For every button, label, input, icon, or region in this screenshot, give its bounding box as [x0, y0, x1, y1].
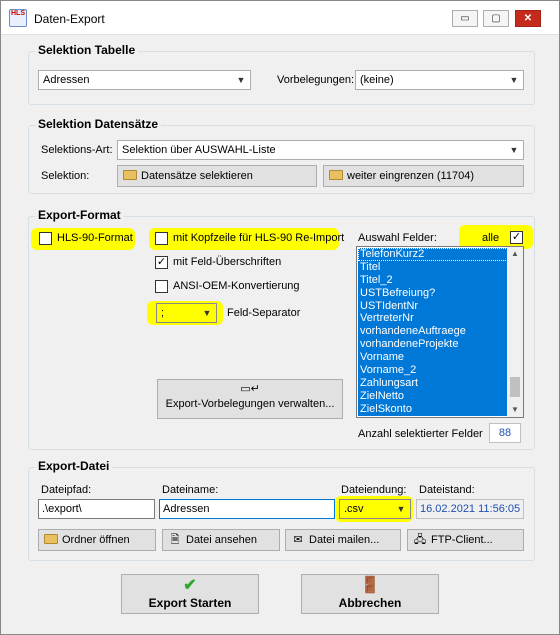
chevron-down-icon: ▼ [202, 308, 212, 318]
export-vorbelegungen-button[interactable]: ▭↵ Export-Vorbelegungen verwalten... [157, 379, 343, 419]
dateipfad-field[interactable]: .\export\ [38, 499, 155, 519]
scroll-down-icon[interactable]: ▼ [507, 403, 523, 417]
dateistand-label: Dateistand: [419, 484, 475, 496]
group-title-selektion-tabelle: Selektion Tabelle [35, 43, 139, 57]
field-list-scrollbar[interactable]: ▲ ▼ [507, 247, 523, 417]
vorbelegungen-select[interactable]: (keine) ▼ [355, 70, 524, 90]
alle-label: alle [482, 232, 500, 244]
table-select-value: Adressen [43, 74, 90, 86]
auswahl-felder-label: Auswahl Felder: [358, 232, 437, 244]
weiter-eingrenzen-button[interactable]: weiter eingrenzen (11704) [323, 165, 524, 187]
field-list-item[interactable]: Vorname [358, 351, 508, 364]
vorbelegungen-label: Vorbelegungen: [277, 74, 355, 86]
field-list-item[interactable]: VertreterNr [358, 312, 508, 325]
field-list-item[interactable]: USTIdentNr [358, 300, 508, 313]
weiter-eingrenzen-label: weiter eingrenzen (11704) [347, 170, 474, 182]
field-list-item[interactable]: Titel_2 [358, 274, 508, 287]
ordner-oeffnen-label: Ordner öffnen [62, 534, 130, 546]
abbrechen-button[interactable]: 🚪 Abbrechen [301, 574, 439, 614]
folder-icon [328, 166, 344, 186]
ftp-client-button[interactable]: 🖧 FTP-Client... [407, 529, 524, 551]
document-icon: 🗎 [170, 534, 180, 546]
ordner-oeffnen-button[interactable]: Ordner öffnen [38, 529, 156, 551]
datei-ansehen-button[interactable]: 🗎 Datei ansehen [162, 529, 280, 551]
chevron-down-icon: ▼ [509, 145, 519, 155]
ansi-oem-checkbox[interactable] [155, 280, 168, 293]
close-button[interactable]: ✕ [515, 10, 541, 27]
datensaetze-selektieren-button[interactable]: Datensätze selektieren [117, 165, 317, 187]
separator-value: ; [161, 307, 165, 319]
field-list-item[interactable]: Titel [358, 261, 508, 274]
dateiendung-label: Dateiendung: [341, 484, 407, 496]
window-title: Daten-Export [34, 12, 105, 26]
network-icon: 🖧 [413, 534, 427, 546]
chevron-down-icon: ▼ [396, 504, 406, 514]
window-arrow-icon: ▭↵ [240, 383, 260, 395]
group-title-export-datei: Export-Datei [35, 459, 113, 473]
daten-export-window: HLS Daten-Export ▭ ▢ ✕ Selektion Tabelle… [0, 0, 560, 635]
separator-label: Feld-Separator [227, 307, 301, 319]
dateiendung-select[interactable]: .csv ▼ [339, 499, 411, 519]
app-icon-text: HLS [11, 10, 25, 17]
title-bar: HLS Daten-Export ▭ ▢ ✕ [1, 1, 559, 35]
kopfzeile-label: mit Kopfzeile für HLS-90 Re-Import [173, 232, 345, 244]
vorbelegungen-select-value: (keine) [360, 74, 394, 86]
abbrechen-label: Abbrechen [338, 596, 402, 610]
folder-icon [122, 166, 138, 186]
scroll-thumb[interactable] [510, 377, 520, 397]
dateiname-field[interactable]: Adressen [159, 499, 335, 519]
hls90-checkbox[interactable] [39, 232, 52, 245]
field-list-item[interactable]: vorhandeneAuftraege [358, 325, 508, 338]
hls90-label: HLS-90-Format [57, 232, 133, 244]
field-list-item[interactable]: Vorname_2 [358, 364, 508, 377]
field-list-item[interactable]: ZielNetto [358, 390, 508, 403]
separator-select[interactable]: ; ▼ [156, 303, 217, 323]
chevron-down-icon: ▼ [509, 75, 519, 85]
selektion-label: Selektion: [41, 170, 90, 182]
mail-icon: ✉ [293, 534, 303, 546]
group-title-selektion-datensaetze: Selektion Datensätze [35, 117, 162, 131]
datensaetze-selektieren-label: Datensätze selektieren [141, 170, 253, 182]
maximize-button[interactable]: ▢ [483, 10, 509, 27]
ftp-client-label: FTP-Client... [431, 534, 493, 546]
folder-open-icon [43, 530, 59, 550]
datei-mailen-label: Datei mailen... [309, 534, 380, 546]
ansi-oem-label: ANSI-OEM-Konvertierung [173, 280, 300, 292]
alle-checkbox[interactable]: ✓ [510, 231, 523, 244]
selektions-art-select[interactable]: Selektion über AUSWAHL-Liste ▼ [117, 140, 524, 160]
scroll-up-icon[interactable]: ▲ [507, 247, 523, 261]
anzahl-felder-value: 88 [489, 423, 521, 443]
chevron-down-icon: ▼ [236, 75, 246, 85]
table-select[interactable]: Adressen ▼ [38, 70, 251, 90]
field-list-item[interactable]: Zahlungsart [358, 377, 508, 390]
field-list-item[interactable]: ZielSkonto [358, 403, 508, 416]
export-vorbelegungen-label: Export-Vorbelegungen verwalten... [165, 398, 335, 410]
ueberschriften-checkbox[interactable]: ✓ [155, 256, 168, 269]
minimize-button[interactable]: ▭ [452, 10, 478, 27]
group-title-export-format: Export-Format [35, 208, 124, 222]
selektions-art-label: Selektions-Art: [41, 144, 113, 156]
checkmark-icon: ✔ [183, 577, 197, 594]
exit-door-icon: 🚪 [360, 577, 380, 594]
dateistand-value: 16.02.2021 11:56:05 [416, 499, 524, 519]
kopfzeile-checkbox[interactable] [155, 232, 168, 245]
datei-mailen-button[interactable]: ✉ Datei mailen... [285, 529, 401, 551]
export-starten-button[interactable]: ✔ Export Starten [121, 574, 259, 614]
field-listbox[interactable]: TelefonKurz2 Titel Titel_2 USTBefreiung? UST… [356, 246, 524, 418]
dateiendung-value: .csv [344, 503, 364, 515]
dateipfad-label: Dateipfad: [41, 484, 92, 496]
anzahl-felder-label: Anzahl selektierter Felder [358, 428, 483, 440]
dateiname-label: Dateiname: [162, 484, 219, 496]
field-list: TelefonKurz2 Titel Titel_2 USTBefreiung? UST… [358, 248, 508, 416]
datei-ansehen-label: Datei ansehen [186, 534, 257, 546]
selektions-art-value: Selektion über AUSWAHL-Liste [122, 144, 276, 156]
field-list-item[interactable]: TelefonKurz2 [358, 248, 508, 261]
app-icon: HLS [9, 9, 27, 27]
field-list-item[interactable]: USTBefreiung? [358, 287, 508, 300]
export-starten-label: Export Starten [148, 596, 232, 610]
ueberschriften-label: mit Feld-Überschriften [173, 256, 282, 268]
field-list-item[interactable]: vorhandeneProjekte [358, 338, 508, 351]
